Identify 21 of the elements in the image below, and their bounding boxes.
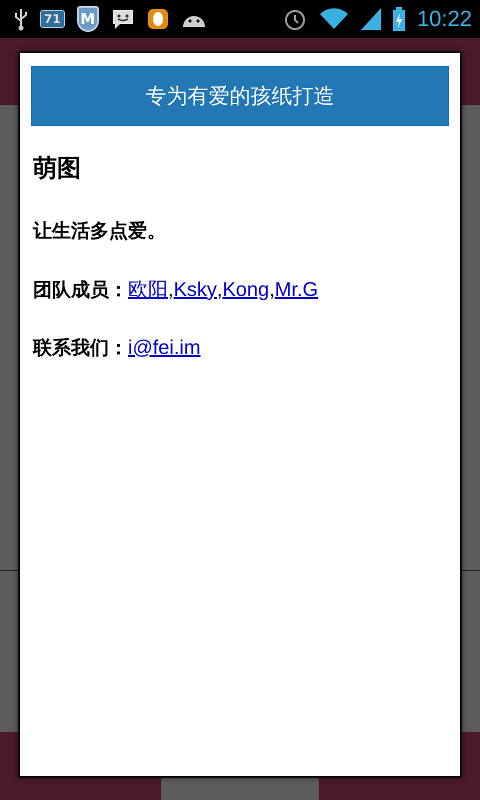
member-link[interactable]: Kong bbox=[222, 279, 270, 302]
alarm-icon bbox=[282, 7, 307, 31]
banner-heading: 专为有爱的孩纸打造 bbox=[31, 66, 449, 126]
separator-comma: , bbox=[269, 279, 275, 302]
email-link[interactable]: i@fei.im bbox=[128, 337, 201, 360]
separator-comma: , bbox=[216, 279, 222, 302]
battery-icon bbox=[392, 7, 405, 31]
member-link[interactable]: Mr.G bbox=[274, 279, 318, 302]
notification-badge[interactable]: 71 bbox=[40, 10, 65, 28]
separator-comma: , bbox=[168, 279, 174, 302]
member-link[interactable]: Ksky bbox=[174, 279, 217, 302]
member-link[interactable]: 欧阳 bbox=[128, 276, 168, 303]
signal-icon bbox=[360, 8, 381, 30]
chat-icon[interactable] bbox=[110, 8, 135, 30]
slogan-text: 让生活多点爱。 bbox=[33, 219, 167, 244]
clock-time: 10:22 bbox=[416, 6, 472, 32]
contact-label: 联系我们： bbox=[33, 336, 128, 361]
wifi-icon bbox=[318, 8, 349, 30]
team-label: 团队成员： bbox=[33, 278, 128, 303]
usb-icon bbox=[14, 7, 28, 31]
app-title: 萌图 bbox=[33, 153, 82, 184]
